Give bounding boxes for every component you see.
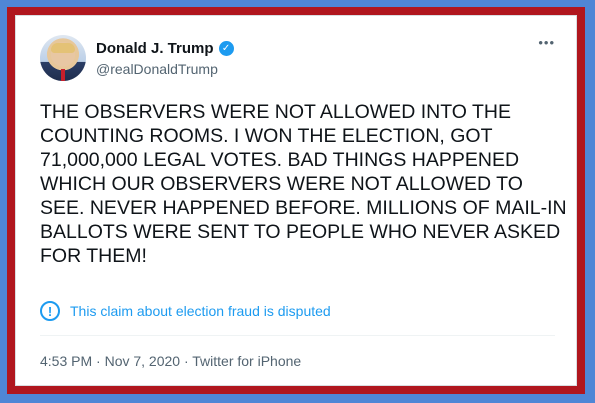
- user-handle[interactable]: @realDonaldTrump: [96, 61, 218, 77]
- red-frame: Donald J. Trump ✓ @realDonaldTrump ••• T…: [7, 7, 585, 394]
- author-name-row: Donald J. Trump ✓: [96, 40, 234, 57]
- avatar[interactable]: [40, 35, 86, 81]
- verified-badge-icon: ✓: [218, 41, 234, 56]
- tweet-text: THE OBSERVERS WERE NOT ALLOWED INTO THE …: [40, 101, 567, 267]
- divider: [40, 335, 555, 336]
- tweet-card: Donald J. Trump ✓ @realDonaldTrump ••• T…: [15, 15, 577, 386]
- display-name[interactable]: Donald J. Trump: [96, 40, 214, 57]
- more-options-icon[interactable]: •••: [538, 35, 555, 50]
- avatar-tie: [61, 69, 65, 81]
- tweet-timestamp-source[interactable]: 4:53 PM · Nov 7, 2020 · Twitter for iPho…: [40, 353, 301, 369]
- avatar-hair: [51, 43, 75, 53]
- disputed-claim-link[interactable]: This claim about election fraud is dispu…: [70, 303, 331, 319]
- info-icon: !: [40, 301, 60, 321]
- disputed-claim-notice[interactable]: ! This claim about election fraud is dis…: [40, 301, 331, 321]
